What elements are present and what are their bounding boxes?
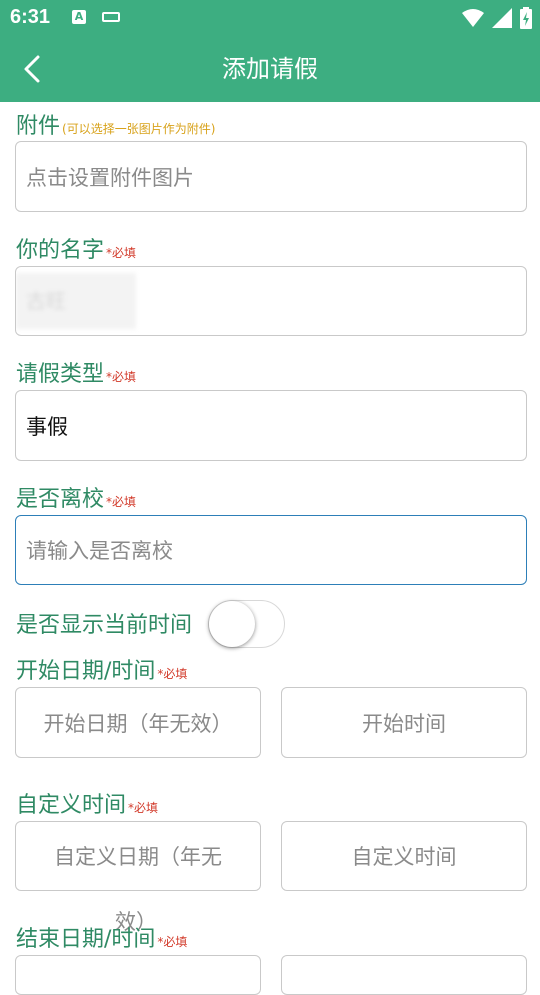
status-time: 6:31 <box>10 6 51 28</box>
name-required-mark: *必填 <box>106 246 137 260</box>
name-label-text: 你的名字 <box>16 238 105 263</box>
start-time-placeholder: 开始时间 <box>362 711 446 736</box>
end-date-picker[interactable] <box>15 955 261 995</box>
show-time-label: 是否显示当前时间 <box>16 613 193 638</box>
keyboard-icon <box>102 12 120 22</box>
status-icons <box>462 6 532 30</box>
start-date-picker[interactable]: 开始日期（年无效） <box>15 687 261 758</box>
name-field[interactable]: 古旺 <box>15 266 527 336</box>
leave-type-required-mark: *必填 <box>106 370 137 384</box>
battery-icon <box>520 7 532 29</box>
start-required-mark: *必填 <box>157 667 188 681</box>
custom-date-placeholder: 自定义日期（年无 <box>54 845 222 869</box>
page-title: 添加请假 <box>222 55 318 83</box>
attachment-hint: (可以选择一张图片作为附件) <box>62 122 216 136</box>
leave-school-label: 是否离校 *必填 <box>16 481 136 513</box>
end-label: 结束日期/时间 *必填 <box>16 921 187 953</box>
leave-school-required-mark: *必填 <box>106 495 137 509</box>
attachment-label: 附件 (可以选择一张图片作为附件) <box>16 108 215 140</box>
custom-time-label-text: 自定义时间 <box>16 793 127 818</box>
start-label: 开始日期/时间 *必填 <box>16 653 187 685</box>
leave-type-field[interactable]: 事假 <box>15 390 527 461</box>
custom-time-label: 自定义时间 *必填 <box>16 787 158 819</box>
end-time-picker[interactable] <box>281 955 527 995</box>
leave-type-value: 事假 <box>26 414 68 439</box>
status-bar: 6:31 A <box>0 0 540 36</box>
start-time-picker[interactable]: 开始时间 <box>281 687 527 758</box>
leave-school-label-text: 是否离校 <box>16 487 105 512</box>
custom-time-picker[interactable]: 自定义时间 <box>281 821 527 891</box>
name-value-obscured: 古旺 <box>16 273 136 329</box>
custom-time-placeholder: 自定义时间 <box>351 845 457 869</box>
signal-icon <box>492 8 512 28</box>
leave-school-input[interactable]: 请输入是否离校 <box>15 515 527 585</box>
attachment-placeholder: 点击设置附件图片 <box>26 165 194 190</box>
end-required-mark: *必填 <box>157 935 188 949</box>
accessibility-app-icon: A <box>72 10 86 24</box>
wifi-icon <box>462 9 484 27</box>
leave-type-label-text: 请假类型 <box>16 362 105 387</box>
name-label: 你的名字 *必填 <box>16 232 136 264</box>
attachment-label-text: 附件 <box>16 114 61 139</box>
end-label-text: 结束日期/时间 <box>16 927 156 952</box>
start-label-text: 开始日期/时间 <box>16 659 156 684</box>
custom-date-picker[interactable]: 自定义日期（年无 <box>15 821 261 891</box>
leave-school-placeholder: 请输入是否离校 <box>26 539 173 563</box>
toggle-thumb <box>209 601 255 647</box>
attachment-picker[interactable]: 点击设置附件图片 <box>15 141 527 212</box>
app-bar: 添加请假 <box>0 36 540 102</box>
leave-type-label: 请假类型 *必填 <box>16 356 136 388</box>
custom-time-required-mark: *必填 <box>128 801 159 815</box>
start-date-placeholder: 开始日期（年无效） <box>43 711 233 736</box>
show-time-toggle[interactable] <box>208 600 285 648</box>
